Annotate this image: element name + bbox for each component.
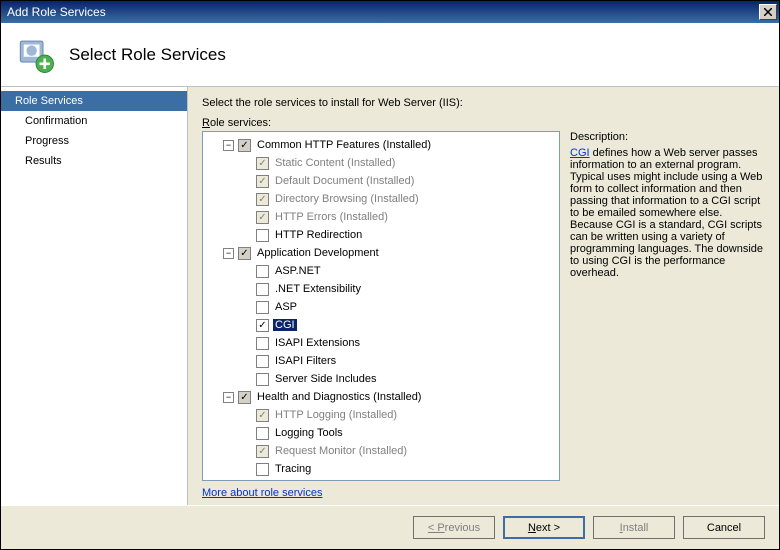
checkbox[interactable]: ✓ [238, 247, 251, 260]
tree-node[interactable]: ✓ Directory Browsing (Installed) [205, 190, 557, 208]
checkbox[interactable] [256, 337, 269, 350]
tree-node-label: ISAPI Filters [273, 355, 338, 367]
sidebar-item-role-services[interactable]: Role Services [1, 91, 187, 111]
checkbox[interactable] [256, 301, 269, 314]
tree-node[interactable]: ASP.NET [205, 262, 557, 280]
description-title: Description: [570, 131, 765, 143]
tree-node-label: ISAPI Extensions [273, 337, 362, 349]
checkbox[interactable] [256, 229, 269, 242]
tree-node-label: ASP [273, 301, 299, 313]
intro-text: Select the role services to install for … [202, 97, 765, 109]
content: Select the role services to install for … [188, 87, 779, 505]
tree-node-label: Default Document (Installed) [273, 175, 416, 187]
checkbox[interactable] [256, 283, 269, 296]
window-title: Add Role Services [7, 5, 106, 19]
tree-node[interactable]: Logging Tools [205, 424, 557, 442]
tree-node[interactable]: .NET Extensibility [205, 280, 557, 298]
role-services-tree[interactable]: −✓Common HTTP Features (Installed)✓Stati… [202, 131, 560, 481]
previous-button[interactable]: < Previous [413, 516, 495, 539]
close-icon [764, 8, 772, 16]
checkbox: ✓ [256, 157, 269, 170]
tree-node-label: ASP.NET [273, 265, 323, 277]
cancel-button[interactable]: Cancel [683, 516, 765, 539]
checkbox: ✓ [256, 445, 269, 458]
tree-node[interactable]: HTTP Redirection [205, 226, 557, 244]
description-body: CGI defines how a Web server passes info… [570, 147, 765, 279]
tree-node-label: Server Side Includes [273, 373, 379, 385]
toggle-icon[interactable]: − [223, 140, 234, 151]
tree-node-label: Request Monitor (Installed) [273, 445, 409, 457]
checkbox[interactable] [256, 481, 269, 482]
tree-node[interactable]: ISAPI Extensions [205, 334, 557, 352]
footer: < Previous Next > Install Cancel [1, 505, 779, 549]
tree-node[interactable]: ✓ CGI [205, 316, 557, 334]
wizard-icon [15, 34, 57, 76]
header: Select Role Services [1, 23, 779, 87]
checkbox[interactable] [256, 373, 269, 386]
tree-node-label: Application Development [255, 247, 381, 259]
more-link[interactable]: More about role services [202, 487, 765, 499]
tree-node[interactable]: −✓ Common HTTP Features (Installed) [205, 136, 557, 154]
tree-node-label: HTTP Logging (Installed) [273, 409, 399, 421]
toggle-icon[interactable]: − [223, 392, 234, 403]
checkbox[interactable]: ✓ [256, 319, 269, 332]
tree-node-label: Tracing [273, 463, 313, 475]
tree-node[interactable]: ✓ HTTP Errors (Installed) [205, 208, 557, 226]
tree-node[interactable]: Server Side Includes [205, 370, 557, 388]
tree-node[interactable]: −✓ Application Development [205, 244, 557, 262]
tree-node-label: Common HTTP Features (Installed) [255, 139, 433, 151]
tree-node[interactable]: ISAPI Filters [205, 352, 557, 370]
tree-node-label: Logging Tools [273, 427, 345, 439]
tree-node[interactable]: ✓ Request Monitor (Installed) [205, 442, 557, 460]
next-button[interactable]: Next > [503, 516, 585, 539]
description-panel: Description: CGI defines how a Web serve… [570, 131, 765, 481]
tree-node-label: HTTP Redirection [273, 229, 364, 241]
tree-label: Role services: [202, 117, 765, 129]
tree-node[interactable]: ✓ HTTP Logging (Installed) [205, 406, 557, 424]
checkbox[interactable] [256, 463, 269, 476]
tree-node-label: .NET Extensibility [273, 283, 363, 295]
sidebar-item-results[interactable]: Results [1, 151, 187, 171]
checkbox: ✓ [256, 175, 269, 188]
checkbox: ✓ [256, 193, 269, 206]
tree-node[interactable]: ASP [205, 298, 557, 316]
tree-node-label: CGI [273, 319, 297, 331]
checkbox: ✓ [256, 211, 269, 224]
checkbox[interactable] [256, 427, 269, 440]
checkbox[interactable] [256, 355, 269, 368]
close-button[interactable] [759, 4, 777, 20]
checkbox: ✓ [256, 409, 269, 422]
toggle-icon[interactable]: − [223, 248, 234, 259]
titlebar: Add Role Services [1, 1, 779, 23]
tree-node[interactable]: ✓ Static Content (Installed) [205, 154, 557, 172]
tree-node-label: Static Content (Installed) [273, 157, 397, 169]
checkbox[interactable]: ✓ [238, 139, 251, 152]
install-button[interactable]: Install [593, 516, 675, 539]
tree-node-label: HTTP Errors (Installed) [273, 211, 390, 223]
description-link[interactable]: CGI [570, 147, 590, 159]
tree-node[interactable]: Tracing [205, 460, 557, 478]
tree-node[interactable]: Custom Logging [205, 478, 557, 481]
tree-node[interactable]: ✓ Default Document (Installed) [205, 172, 557, 190]
sidebar: Role ServicesConfirmationProgressResults [1, 87, 188, 505]
checkbox[interactable]: ✓ [238, 391, 251, 404]
sidebar-item-progress[interactable]: Progress [1, 131, 187, 151]
sidebar-item-confirmation[interactable]: Confirmation [1, 111, 187, 131]
page-title: Select Role Services [69, 45, 226, 65]
tree-node-label: Directory Browsing (Installed) [273, 193, 421, 205]
main: Role ServicesConfirmationProgressResults… [1, 87, 779, 505]
tree-node[interactable]: −✓ Health and Diagnostics (Installed) [205, 388, 557, 406]
tree-node-label: Health and Diagnostics (Installed) [255, 391, 423, 403]
checkbox[interactable] [256, 265, 269, 278]
